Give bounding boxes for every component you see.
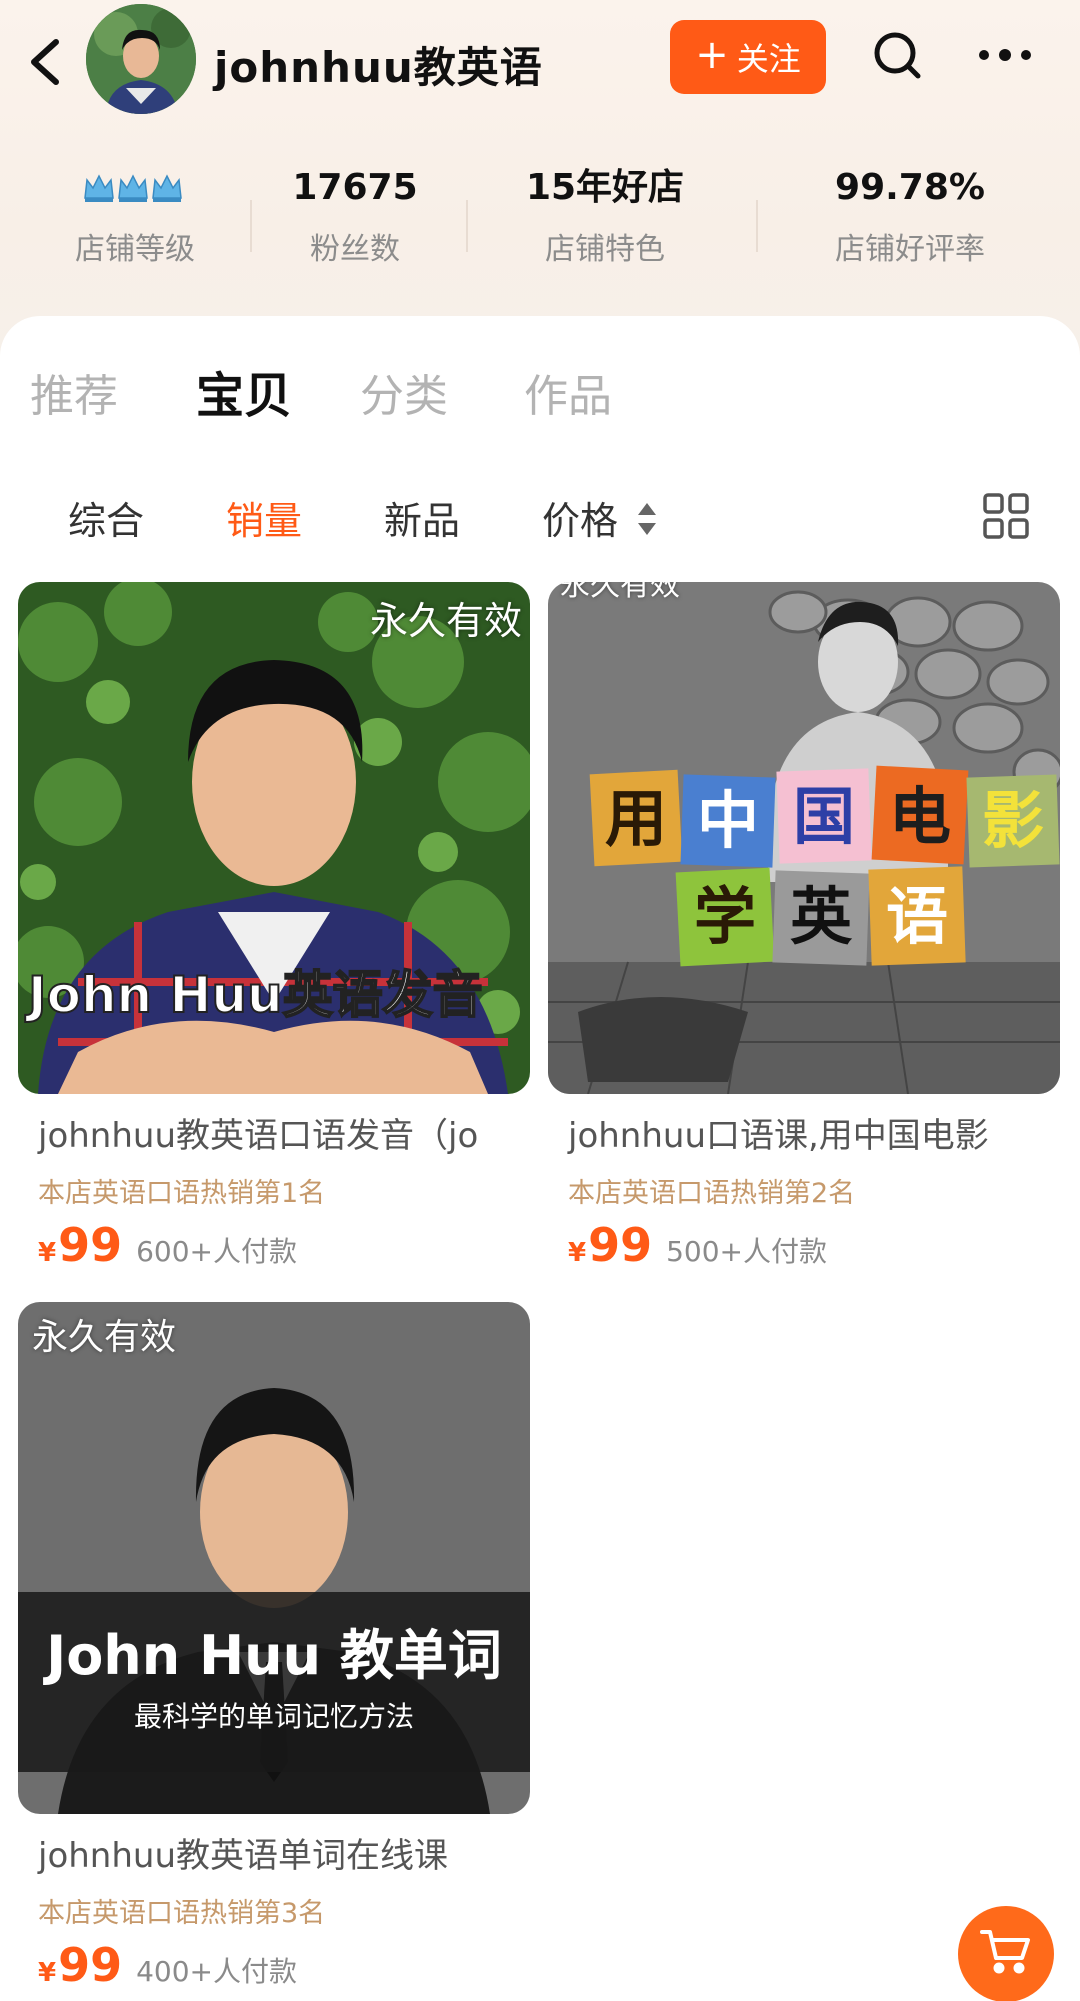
svg-text:影: 影 [982,784,1044,857]
svg-text:用: 用 [605,782,667,855]
plus-icon: + [695,32,729,78]
product-title: johnhuu口语课,用中国电影 [568,1116,989,1156]
product-card[interactable]: 用 中 国 电 影 学 英 语 永久有效 johnhuu口语课,用中国电影 本店… [548,582,1060,1272]
shop-avatar[interactable] [86,4,196,114]
tab-products[interactable]: 宝贝 [196,356,292,426]
stat-shop-feature[interactable]: 15年好店 店铺特色 [520,164,690,268]
tab-categories[interactable]: 分类 [360,360,448,424]
more-options-icon[interactable] [974,40,1036,70]
product-price: 99 [58,1218,123,1272]
forever-badge: 永久有效 [32,1317,177,1358]
sort-arrows-icon [636,499,658,548]
crown-level-icons [60,164,210,212]
paid-count: 600+人付款 [136,1235,298,1268]
product-card[interactable]: John Huu英语发音 永久有效 johnhuu教英语口语发音（jo 本店英语… [18,582,530,1272]
stat-value: 99.78% [835,167,985,208]
currency-symbol: ¥ [38,1958,57,1988]
grid-view-icon[interactable] [982,492,1030,540]
sort-sales[interactable]: 销量 [226,490,302,545]
sort-bar: 综合 销量 新品 价格 [0,490,1080,550]
sales-rank: 本店英语口语热销第1名 [38,1178,326,1209]
price-row: ¥ 99 500+人付款 [548,1218,1060,1272]
product-price: 99 [588,1218,653,1272]
sales-rank: 本店英语口语热销第3名 [38,1898,326,1929]
cover-text: John Huu英语发音 [25,966,483,1024]
product-thumbnail[interactable]: 用 中 国 电 影 学 英 语 永久有效 [548,582,1060,1094]
stat-label: 粉丝数 [310,232,400,267]
product-price: 99 [58,1938,123,1992]
follow-button[interactable]: + 关注 [670,20,826,94]
price-row: ¥ 99 400+人付款 [18,1938,530,1992]
stat-label: 店铺好评率 [835,232,985,267]
sort-overall[interactable]: 综合 [68,490,144,545]
divider [466,200,468,252]
stat-value: 17675 [292,167,418,208]
product-card[interactable]: John Huu 教单词 最科学的单词记忆方法 永久有效 johnhuu教英语单… [18,1302,530,1992]
svg-text:电: 电 [889,780,951,853]
sort-new[interactable]: 新品 [384,490,460,545]
currency-symbol: ¥ [568,1238,587,1268]
currency-symbol: ¥ [38,1238,57,1268]
product-thumbnail[interactable]: John Huu英语发音 永久有效 [18,582,530,1094]
stat-rating[interactable]: 99.78% 店铺好评率 [820,164,1000,268]
cover-subtext: 最科学的单词记忆方法 [134,1700,414,1733]
cover-text: John Huu 教单词 [42,1624,502,1687]
svg-text:英: 英 [790,880,853,953]
sort-price-label: 价格 [542,499,619,543]
tab-recommend[interactable]: 推荐 [30,360,118,424]
divider [250,200,252,252]
cart-button[interactable] [958,1906,1054,2001]
stat-label: 店铺等级 [75,232,195,267]
svg-text:学: 学 [694,880,756,953]
price-row: ¥ 99 600+人付款 [18,1218,530,1272]
product-title: johnhuu教英语单词在线课 [38,1836,448,1876]
shop-name: johnhuu教英语 [214,43,543,92]
svg-text:中: 中 [697,784,759,857]
svg-text:国: 国 [793,780,855,853]
cart-icon [980,1928,1032,1980]
top-bar: johnhuu教英语 + 关注 [0,0,1080,120]
shop-tabs: 推荐 宝贝 分类 作品 [0,356,1080,426]
stat-label: 店铺特色 [545,232,665,267]
svg-text:语: 语 [886,880,948,953]
tab-works[interactable]: 作品 [524,360,612,424]
sort-price[interactable]: 价格 [542,490,658,548]
forever-badge: 永久有效 [560,582,680,603]
product-title: johnhuu教英语口语发音（jo [38,1116,479,1156]
forever-badge: 永久有效 [369,599,522,643]
divider [756,200,758,252]
follow-label: 关注 [736,40,801,78]
product-thumbnail[interactable]: John Huu 教单词 最科学的单词记忆方法 永久有效 [18,1302,530,1814]
paid-count: 500+人付款 [666,1235,828,1268]
sales-rank: 本店英语口语热销第2名 [568,1178,856,1209]
shop-stats: 店铺等级 17675 粉丝数 15年好店 店铺特色 99.78% 店铺好评率 [0,164,1080,284]
stat-shop-level[interactable]: 店铺等级 [60,164,210,268]
paid-count: 400+人付款 [136,1955,298,1988]
stat-value: 15年好店 [525,167,685,208]
back-arrow-icon[interactable] [22,34,72,90]
search-icon[interactable] [868,26,928,86]
stat-followers[interactable]: 17675 粉丝数 [290,164,420,268]
